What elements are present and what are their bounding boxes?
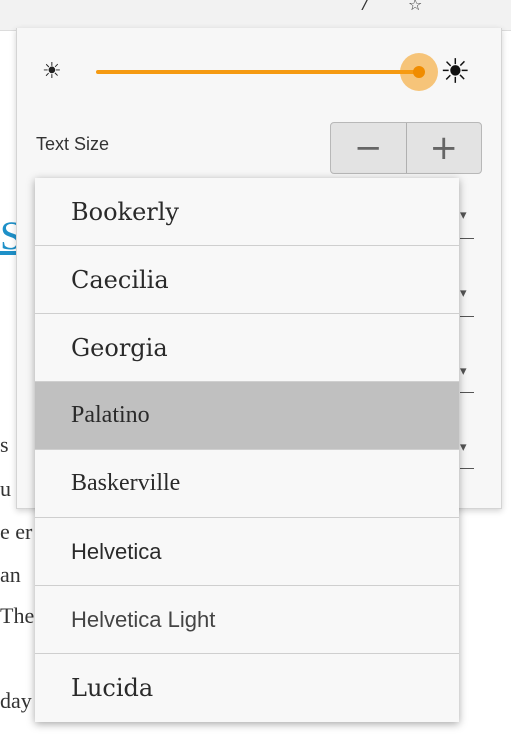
chevron-down-icon[interactable]: ▾: [460, 208, 467, 223]
book-text-line: day: [0, 688, 32, 713]
sun-bright-icon: ☀: [440, 52, 471, 92]
font-option-label: Helvetica Light: [71, 606, 216, 632]
select-underline: [460, 316, 474, 317]
font-option-georgia[interactable]: Georgia: [35, 314, 459, 382]
font-option-caecilia[interactable]: Caecilia: [35, 246, 459, 314]
font-family-menu: Bookerly Caecilia Georgia Palatino Baske…: [35, 178, 459, 722]
select-underline: [460, 392, 474, 393]
book-text-line: u: [0, 476, 11, 501]
chevron-down-icon[interactable]: ▾: [460, 440, 467, 455]
font-option-label: Georgia: [71, 333, 168, 362]
brightness-slider[interactable]: [96, 70, 420, 74]
toolbar-icon[interactable]: ▁: [278, 0, 290, 10]
font-option-label: Caecilia: [71, 265, 169, 294]
font-option-lucida[interactable]: Lucida: [35, 654, 459, 722]
font-option-bookerly[interactable]: Bookerly: [35, 178, 459, 246]
decrease-text-size-button[interactable]: −: [331, 123, 406, 173]
sun-dim-icon: ☀: [42, 59, 62, 84]
toolbar-icon[interactable]: ╱: [360, 0, 370, 10]
book-text-line: e er: [0, 519, 33, 544]
increase-text-size-button[interactable]: +: [405, 123, 482, 173]
font-option-label: Helvetica: [71, 538, 162, 564]
font-option-label: Bookerly: [71, 197, 179, 226]
text-size-label: Text Size: [36, 134, 110, 154]
book-text-line: an: [0, 562, 21, 587]
font-option-palatino[interactable]: Palatino: [35, 382, 459, 450]
book-text-line: s: [0, 432, 9, 457]
font-option-label: Baskerville: [71, 470, 181, 496]
chevron-down-icon[interactable]: ▾: [460, 364, 467, 379]
font-option-helvetica-light[interactable]: Helvetica Light: [35, 586, 459, 654]
brightness-slider-thumb[interactable]: [413, 66, 425, 78]
font-option-label: Lucida: [71, 674, 154, 702]
chevron-down-icon[interactable]: ▾: [460, 286, 467, 301]
font-option-label: Palatino: [71, 402, 150, 428]
book-text-line: The: [0, 603, 35, 628]
font-option-baskerville[interactable]: Baskerville: [35, 450, 459, 518]
select-underline: [460, 238, 474, 239]
font-option-helvetica[interactable]: Helvetica: [35, 518, 459, 586]
select-underline: [460, 468, 474, 469]
reader-toolbar: ▁ ╱ ☆: [0, 0, 511, 31]
bookmark-icon[interactable]: ☆: [408, 0, 422, 10]
text-size-stepper: − +: [330, 122, 482, 174]
